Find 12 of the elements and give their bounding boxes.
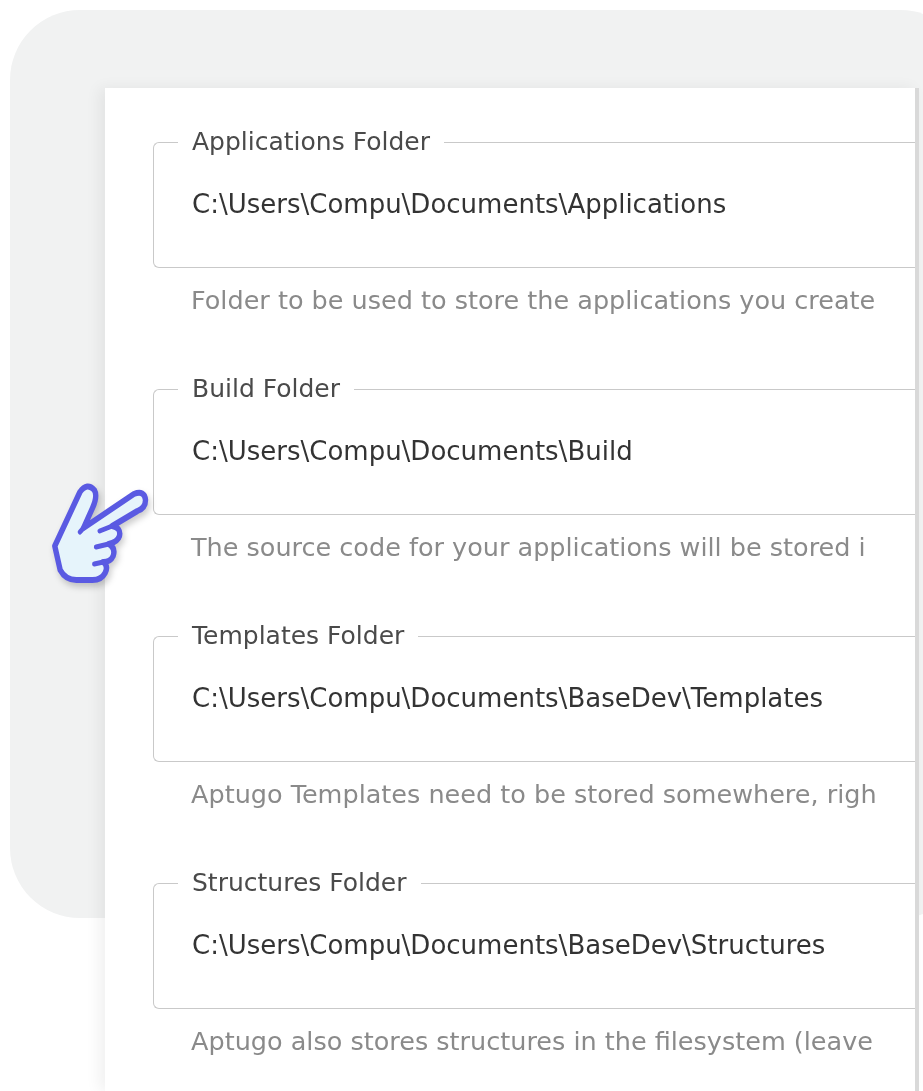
folder-path-input[interactable]: C:\Users\Compu\Documents\BaseDev\Structures xyxy=(178,925,892,965)
folder-path-input[interactable]: C:\Users\Compu\Documents\BaseDev\Templates xyxy=(178,678,892,718)
field-label: Structures Folder xyxy=(191,868,408,898)
folder-path-input[interactable]: C:\Users\Compu\Documents\Build xyxy=(178,431,892,471)
field-label: Build Folder xyxy=(191,374,341,404)
helper-text: The source code for your applications will be stored i xyxy=(190,533,866,561)
helper-text: Aptugo Templates need to be stored somewhere, righ xyxy=(190,780,877,808)
folder-path-input[interactable]: C:\Users\Compu\Documents\Applications xyxy=(178,184,892,224)
field-label: Applications Folder xyxy=(191,127,431,157)
field-label: Templates Folder xyxy=(191,621,406,651)
helper-text: Aptugo also stores structures in the filesystem (leave xyxy=(190,1027,873,1055)
helper-text: Folder to be used to store the applications you create xyxy=(190,286,876,314)
